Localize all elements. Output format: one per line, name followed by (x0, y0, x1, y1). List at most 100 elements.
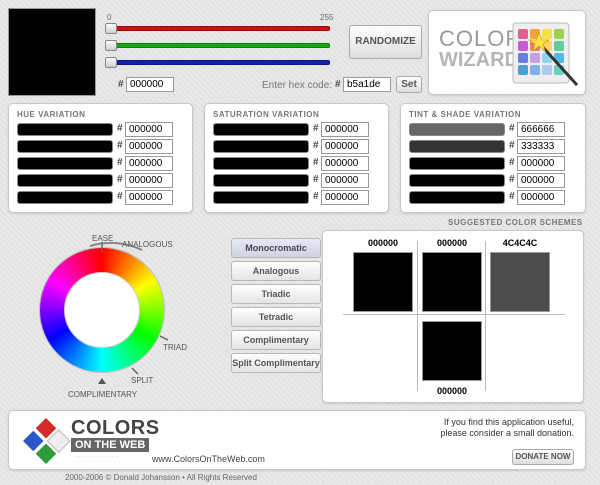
logo-word-wizard: WIZARD (439, 49, 519, 71)
saturation-hex-field[interactable]: 000000 (321, 156, 369, 171)
palette-wand-icon (512, 22, 579, 87)
suggested-color-swatch[interactable] (422, 321, 482, 381)
donate-text-1: If you find this application useful, (443, 417, 574, 427)
tint-shade-swatch[interactable] (409, 191, 505, 204)
tint-shade-swatch[interactable] (409, 174, 505, 187)
wheel-label-complimentary: COMPLIMENTARY (68, 390, 138, 399)
hash-label: # (313, 157, 319, 168)
hash-label: # (509, 191, 515, 202)
tint-shade-swatch[interactable] (409, 123, 505, 136)
hash-label: # (313, 191, 319, 202)
scheme-divider-vertical (417, 241, 418, 391)
randomize-button[interactable]: RANDOMIZE (349, 25, 422, 59)
brand-line-1: COLORS (71, 417, 160, 439)
donate-text-2: please consider a small donation. (440, 428, 574, 438)
hash-label: # (313, 123, 319, 134)
saturation-hex-field[interactable]: 000000 (321, 173, 369, 188)
red-slider-thumb[interactable] (105, 23, 117, 34)
colors-on-the-web-logo-icon (20, 415, 71, 467)
brand-small-text: · · · · · · · · · · · · (75, 454, 118, 460)
hash-label: # (313, 174, 319, 185)
slider-max-label: 255 (320, 13, 334, 22)
hash-label: # (117, 191, 123, 202)
wheel-label-ease: EASE (92, 234, 114, 243)
hash-label: # (509, 174, 515, 185)
saturation-swatch[interactable] (213, 191, 309, 204)
hue-hex-field[interactable]: 000000 (125, 122, 173, 137)
color-wizard-logo: COLOR WIZARD (428, 10, 586, 95)
current-hex-field[interactable]: 000000 (126, 77, 174, 92)
hue-swatch[interactable] (17, 123, 113, 136)
tint-shade-hex-field[interactable]: 000000 (517, 156, 565, 171)
blue-slider-track[interactable] (106, 60, 330, 65)
hash-label: # (117, 140, 123, 151)
scheme-button-triadic[interactable]: Triadic (231, 284, 321, 304)
hue-swatch[interactable] (17, 191, 113, 204)
scheme-divider-vertical (485, 241, 486, 391)
hash-label: # (117, 123, 123, 134)
suggested-schemes-panel: 000000 000000 4C4C4C 000000 (322, 230, 584, 403)
hue-hex-field[interactable]: 000000 (125, 156, 173, 171)
saturation-swatch[interactable] (213, 123, 309, 136)
set-button[interactable]: Set (396, 76, 422, 93)
suggested-color-swatch[interactable] (422, 252, 482, 312)
wheel-markers (89, 241, 169, 384)
tint-shade-swatch[interactable] (409, 157, 505, 170)
website-url[interactable]: www.ColorsOnTheWeb.com (152, 454, 265, 464)
hue-hex-field[interactable]: 000000 (125, 190, 173, 205)
red-slider-track[interactable] (106, 26, 330, 31)
suggested-color-swatch[interactable] (353, 252, 413, 312)
tint-shade-hex-field[interactable]: 666666 (517, 122, 565, 137)
slider-min-label: 0 (107, 13, 112, 22)
tint-shade-hex-field[interactable]: 000000 (517, 190, 565, 205)
hue-hex-field[interactable]: 000000 (125, 173, 173, 188)
hue-swatch[interactable] (17, 174, 113, 187)
suggested-schemes-title: SUGGESTED COLOR SCHEMES (448, 218, 583, 227)
green-slider-track[interactable] (106, 43, 330, 48)
tint-shade-variation-panel: TINT & SHADE VARIATION #666666 #333333 #… (400, 103, 586, 213)
scheme-button-analogous[interactable]: Analogous (231, 261, 321, 281)
hash-label: # (509, 140, 515, 151)
scheme-button-split-complimentary[interactable]: Split Complimentary (231, 353, 321, 373)
scheme-button-tetradic[interactable]: Tetradic (231, 307, 321, 327)
suggested-color-label: 000000 (436, 386, 468, 396)
donate-now-button[interactable]: DONATE NOW (512, 449, 574, 465)
scheme-button-monocromatic[interactable]: Monocromatic (231, 238, 321, 258)
saturation-swatch[interactable] (213, 140, 309, 153)
tint-shade-variation-title: TINT & SHADE VARIATION (409, 110, 522, 119)
scheme-button-complimentary[interactable]: Complimentary (231, 330, 321, 350)
green-slider-thumb[interactable] (105, 40, 117, 51)
hex-code-input[interactable]: b5a1de (343, 77, 391, 92)
suggested-color-label: 000000 (436, 238, 468, 248)
saturation-hex-field[interactable]: 000000 (321, 139, 369, 154)
wheel-label-split: SPLIT (131, 376, 154, 385)
hue-variation-title: HUE VARIATION (17, 110, 86, 119)
suggested-color-swatch[interactable] (490, 252, 550, 312)
hash-label: # (117, 174, 123, 185)
suggested-color-label: 000000 (367, 238, 399, 248)
scheme-divider-horizontal (343, 314, 565, 315)
hash-label: # (509, 123, 515, 134)
current-hex-hash: # (118, 79, 124, 90)
hue-hex-field[interactable]: 000000 (125, 139, 173, 154)
saturation-swatch[interactable] (213, 157, 309, 170)
hash-label: # (509, 157, 515, 168)
tint-shade-hex-field[interactable]: 000000 (517, 173, 565, 188)
hash-label: # (117, 157, 123, 168)
hash-label: # (313, 140, 319, 151)
wheel-label-analogous: ANALOGOUS (122, 240, 173, 249)
current-color-swatch (8, 8, 96, 96)
hue-variation-panel: HUE VARIATION #000000 #000000 #000000 #0… (8, 103, 193, 213)
saturation-hex-field[interactable]: 000000 (321, 122, 369, 137)
hue-swatch[interactable] (17, 140, 113, 153)
saturation-variation-title: SATURATION VARIATION (213, 110, 320, 119)
hue-swatch[interactable] (17, 157, 113, 170)
tint-shade-hex-field[interactable]: 333333 (517, 139, 565, 154)
enter-hex-label: Enter hex code: (262, 80, 333, 91)
saturation-swatch[interactable] (213, 174, 309, 187)
saturation-variation-panel: SATURATION VARIATION #000000 #000000 #00… (204, 103, 389, 213)
saturation-hex-field[interactable]: 000000 (321, 190, 369, 205)
suggested-color-label: 4C4C4C (502, 238, 538, 248)
tint-shade-swatch[interactable] (409, 140, 505, 153)
blue-slider-thumb[interactable] (105, 57, 117, 68)
